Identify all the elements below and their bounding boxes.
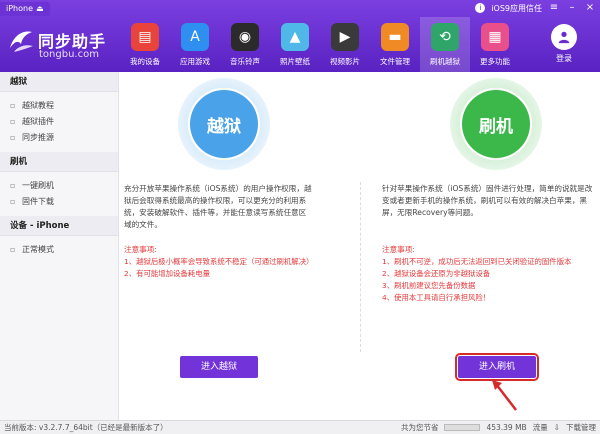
logo: 同步助手 tongbu.com (6, 22, 118, 66)
user-icon (551, 24, 577, 50)
list-item: 2、越狱设备会还原为非越狱设备 (382, 269, 491, 278)
sidebar-item-label: 越狱教程 (22, 101, 54, 110)
enter-flash-button[interactable]: 进入刷机 (455, 353, 539, 381)
minimize-icon[interactable]: – (566, 2, 578, 14)
folder-icon: ▬ (381, 23, 409, 51)
saved-amount: 453.39 MB (486, 423, 527, 432)
sidebar-item[interactable]: ▫ 固件下载 (0, 194, 118, 210)
traffic-bar (444, 424, 481, 431)
main-content: 越狱 充分开放苹果操作系统（iOS系统）的用户操作权限，越狱后会取得系统最高的操… (120, 72, 600, 420)
list-item: 3、刷机前建议您先备份数据 (382, 281, 476, 290)
sidebar-item-label: 同步推源 (22, 133, 54, 142)
sidebar-section-title: 设备 - iPhone (0, 216, 118, 236)
sidebar-section-title: 越狱 (0, 72, 118, 92)
title-bar: iPhone ⏏ i iOS9应用信任 ≡ – × (0, 0, 600, 16)
sidebar-item[interactable]: ▫ 越狱插件 (0, 114, 118, 130)
device-tab[interactable]: iPhone ⏏ (0, 2, 50, 16)
jailbreak-notes-title: 注意事项: (124, 245, 157, 254)
menu-icon[interactable]: ≡ (548, 2, 560, 14)
flash-notes: 1、刷机不可逆，成功后无法返回到已关闭验证的固件版本 2、越狱设备会还原为非越狱… (382, 256, 596, 304)
clapper-icon: ▶ (331, 23, 359, 51)
device-tab-label: iPhone (6, 4, 34, 13)
flash-circle: 刷机 (450, 78, 542, 170)
sidebar-item-label: 固件下载 (22, 197, 54, 206)
sidebar-item[interactable]: ▫ 越狱教程 (0, 98, 118, 114)
plugin-icon: ▫ (10, 117, 16, 126)
login-label: 登录 (556, 54, 572, 63)
status-right: 共为您节省 453.39 MB 流量 ⇩ 下载管理 (401, 421, 596, 434)
sidebar-item[interactable]: ▫ 正常模式 (0, 242, 118, 258)
main-nav: ▤ 我的设备 A 应用游戏 ◉ 音乐铃声 ▲ 照片壁纸 ▶ 视频影片 ▬ 文件管理 ⟲ 刷机越狱 ▦ 更多功能 (120, 17, 540, 72)
nav-item[interactable]: ▦ 更多功能 (470, 17, 520, 72)
music-disc-icon: ◉ (231, 23, 259, 51)
nav-item[interactable]: ⟲ 刷机越狱 (420, 17, 470, 72)
jailbreak-description: 充分开放苹果操作系统（iOS系统）的用户操作权限，越狱后会取得系统最高的操作权限… (124, 184, 312, 229)
nav-item[interactable]: ▲ 照片壁纸 (270, 17, 320, 72)
logo-icon (10, 31, 33, 52)
enter-jailbreak-button[interactable]: 进入越狱 (180, 356, 258, 378)
nav-item[interactable]: ▬ 文件管理 (370, 17, 420, 72)
nav-item[interactable]: A 应用游戏 (170, 17, 220, 72)
window-controls: i iOS9应用信任 ≡ – × (475, 2, 596, 14)
nav-item-label: 我的设备 (130, 57, 160, 66)
sidebar-item-label: 越狱插件 (22, 117, 54, 126)
info-icon: i (475, 3, 486, 13)
list-item: 4、使用本工具请自行承担风险！ (382, 293, 491, 302)
logo-subtitle: tongbu.com (39, 49, 99, 60)
app-store-icon: A (181, 23, 209, 51)
status-bar: 当前版本: v3.2.7.7_64bit（已经是最新版本了） 共为您节省 453… (0, 420, 600, 434)
download-icon: ⇩ (553, 423, 560, 432)
trust-link[interactable]: iOS9应用信任 (491, 3, 542, 14)
close-icon[interactable]: × (584, 2, 596, 14)
flash-notes-title: 注意事项: (382, 245, 415, 254)
more-grid-icon: ▦ (481, 23, 509, 51)
header: iPhone ⏏ i iOS9应用信任 ≡ – × 同步助手 tongbu.co… (0, 0, 600, 72)
download-icon: ▫ (10, 197, 16, 206)
nav-item[interactable]: ◉ 音乐铃声 (220, 17, 270, 72)
list-item: 2、有可能增加设备耗电量 (124, 269, 211, 278)
login-button[interactable]: 登录 (544, 24, 584, 68)
sidebar-item[interactable]: ▫ 一键刷机 (0, 178, 118, 194)
list-item: 1、越狱后极小概率会导致系统不稳定（可通过刷机解决） (124, 257, 314, 266)
photo-icon: ▲ (281, 23, 309, 51)
jailbreak-panel: 越狱 充分开放苹果操作系统（iOS系统）的用户操作权限，越狱后会取得系统最高的操… (120, 72, 360, 420)
flash-panel: 刷机 针对苹果操作系统（iOS系统）固件进行处理，简单的说就是改变或者更新手机的… (360, 72, 600, 420)
pointer-arrow-icon (492, 380, 517, 411)
eject-icon[interactable]: ⏏ (36, 2, 44, 16)
store-icon: ▤ (131, 23, 159, 51)
flash-jailbreak-icon: ⟲ (431, 23, 459, 51)
sidebar-item-label: 正常模式 (22, 245, 54, 254)
saved-label: 共为您节省 (400, 423, 439, 432)
nav-item-label: 应用游戏 (180, 57, 210, 66)
sidebar-item-label: 一键刷机 (22, 181, 54, 190)
jailbreak-circle: 越狱 (178, 78, 270, 170)
jailbreak-notes: 1、越狱后极小概率会导致系统不稳定（可通过刷机解决） 2、有可能增加设备耗电量 (124, 256, 324, 280)
version-text: 当前版本: v3.2.7.7_64bit（已经是最新版本了） (4, 423, 168, 432)
device-icon: ▫ (10, 245, 16, 254)
flash-circle-label: 刷机 (462, 90, 530, 158)
nav-item-label: 文件管理 (380, 57, 410, 66)
app-window: iPhone ⏏ i iOS9应用信任 ≡ – × 同步助手 tongbu.co… (0, 0, 600, 434)
list-item: 1、刷机不可逆，成功后无法返回到已关闭验证的固件版本 (382, 257, 572, 266)
sidebar: 越狱 ▫ 越狱教程 ▫ 越狱插件 ▫ 同步推源刷机 ▫ 一键刷机 ▫ 固件下载设备 - iPhone… (0, 72, 119, 420)
nav-item-label: 更多功能 (480, 57, 510, 66)
nav-item[interactable]: ▤ 我的设备 (120, 17, 170, 72)
nav-item-label: 音乐铃声 (230, 57, 260, 66)
source-icon: ▫ (10, 133, 16, 142)
flash-description: 针对苹果操作系统（iOS系统）固件进行处理，简单的说就是改变或者更新手机的操作系… (382, 184, 593, 217)
doc-icon: ▫ (10, 101, 16, 110)
saved-unit: 流量 (532, 423, 548, 432)
download-manager-link[interactable]: 下载管理 (566, 421, 596, 434)
flash-icon: ▫ (10, 181, 16, 190)
jailbreak-circle-label: 越狱 (190, 90, 258, 158)
nav-item-label: 照片壁纸 (280, 57, 310, 66)
nav-item-label: 视频影片 (330, 57, 360, 66)
sidebar-section-title: 刷机 (0, 152, 118, 172)
nav-item[interactable]: ▶ 视频影片 (320, 17, 370, 72)
nav-item-label: 刷机越狱 (430, 57, 460, 66)
sidebar-item[interactable]: ▫ 同步推源 (0, 130, 118, 146)
